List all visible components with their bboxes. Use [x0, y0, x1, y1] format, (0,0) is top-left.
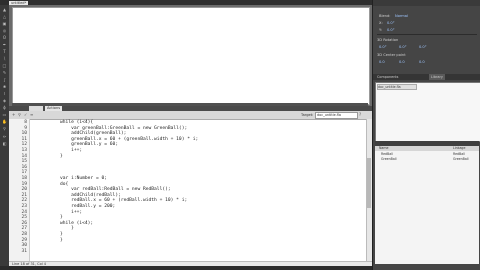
- library-tab[interactable]: Library: [429, 74, 445, 80]
- line-number: 29: [21, 237, 27, 243]
- line-number-gutter: 8 9 10 11 12 13 14 15 16 17 18 19 20 21 22 23 24 25 26 27 28…: [9, 119, 30, 261]
- center-y-value[interactable]: 0.0: [399, 60, 405, 64]
- line-number: 27: [21, 226, 27, 232]
- code-line[interactable]: var i:Number = 0;: [60, 176, 107, 181]
- add-statement-icon[interactable]: +: [12, 113, 16, 117]
- 3d-rotation-heading: 3D Rotation: [377, 38, 399, 42]
- brush-tool-icon[interactable]: ∫: [2, 78, 7, 82]
- find-icon[interactable]: ⚲: [18, 113, 22, 117]
- code-line[interactable]: redBall.x = 60 + (redBall.width + 10) * …: [60, 198, 187, 203]
- 3d-center-heading: 3D Center point: [377, 53, 406, 57]
- code-line[interactable]: greenBall.y = 60;: [60, 142, 118, 147]
- rotation-x-value[interactable]: 0.0°: [379, 45, 387, 49]
- eyedropper-tool-icon[interactable]: ϕ: [2, 106, 7, 110]
- x-label: X:: [379, 21, 383, 25]
- line-number: 25: [21, 215, 27, 221]
- line-number: 8: [24, 120, 27, 125]
- text-tool-icon[interactable]: T: [2, 50, 7, 54]
- code-line[interactable]: }: [60, 238, 63, 243]
- code-line[interactable]: do{: [60, 182, 68, 187]
- bone-tool-icon[interactable]: ⌇: [2, 92, 7, 96]
- line-number: 17: [21, 170, 27, 176]
- code-line[interactable]: }: [60, 154, 63, 159]
- y-label: Y:: [379, 28, 382, 32]
- line-number: 30: [21, 243, 27, 249]
- line-number: 19: [21, 181, 27, 187]
- line-number: 23: [21, 204, 27, 209]
- eraser-tool-icon[interactable]: ▭: [2, 113, 7, 117]
- line-number: 14: [21, 153, 27, 159]
- zoom-tool-icon[interactable]: ⚲: [2, 127, 7, 131]
- check-syntax-icon[interactable]: ✓: [24, 113, 28, 117]
- code-line[interactable]: addChild(greenBall);: [60, 131, 126, 136]
- right-panel: Blend: Normal X: 0.0° Y: 0.0° 3D Rotatio…: [372, 0, 480, 270]
- code-line[interactable]: }: [60, 226, 74, 231]
- center-z-value[interactable]: 0.0: [419, 60, 425, 64]
- code-line[interactable]: }: [60, 215, 63, 220]
- blend-label: Blend:: [379, 14, 391, 18]
- 3d-rotation-tool-icon[interactable]: ◎: [2, 29, 7, 33]
- library-item[interactable]: GreenBall GreenBall: [375, 157, 479, 162]
- line-number: 13: [21, 148, 27, 153]
- code-line[interactable]: while (i<4){: [60, 120, 93, 125]
- line-tool-icon[interactable]: \: [2, 57, 7, 61]
- rotation-z-value[interactable]: 0.0°: [419, 45, 427, 49]
- code-line[interactable]: var redBall:RedBall = new RedBall();: [60, 187, 171, 192]
- blend-value[interactable]: Normal: [395, 14, 408, 18]
- deco-tool-icon[interactable]: ❀: [2, 85, 7, 89]
- code-line[interactable]: var greenBall:GreenBall = new GreenBall(…: [60, 126, 187, 131]
- target-label: Target:: [301, 113, 314, 117]
- line-number: 10: [21, 131, 27, 137]
- properties-header: [373, 0, 480, 6]
- library-item-linkage: GreenBall: [453, 157, 469, 161]
- selection-tool-icon[interactable]: ▲: [2, 8, 7, 12]
- code-line[interactable]: i++;: [60, 210, 82, 215]
- rotation-y-value[interactable]: 0.0°: [399, 45, 407, 49]
- library-list: RedBall RedBall GreenBall GreenBall: [375, 151, 479, 264]
- line-number: 15: [21, 159, 27, 165]
- library-document-select[interactable]: doc_untitle.fla: [377, 84, 417, 90]
- x-value[interactable]: 0.0°: [387, 21, 395, 25]
- stage[interactable]: [12, 7, 370, 105]
- line-number: 20: [21, 187, 27, 193]
- code-line[interactable]: i++;: [60, 148, 82, 153]
- line-number: 9: [24, 125, 27, 131]
- rectangle-tool-icon[interactable]: □: [2, 64, 7, 68]
- pencil-tool-icon[interactable]: ✎: [2, 71, 7, 75]
- pen-tool-icon[interactable]: ✒: [2, 43, 7, 47]
- paint-bucket-tool-icon[interactable]: ◈: [2, 99, 7, 103]
- code-line[interactable]: }: [60, 232, 63, 237]
- library-item-name: GreenBall: [381, 157, 397, 161]
- y-value[interactable]: 0.0°: [387, 28, 395, 32]
- free-transform-tool-icon[interactable]: ▣: [2, 22, 7, 26]
- line-number: 28: [21, 232, 27, 237]
- lasso-tool-icon[interactable]: ʘ: [2, 36, 7, 40]
- line-number: 18: [21, 176, 27, 181]
- target-select[interactable]: doc_untitle.fla: [315, 112, 358, 119]
- help-icon[interactable]: ?: [359, 113, 361, 117]
- line-number: 31: [21, 248, 27, 254]
- subselection-tool-icon[interactable]: △: [2, 15, 7, 19]
- script-editor[interactable]: while (i<4){ var greenBall:GreenBall = n…: [30, 119, 366, 261]
- fill-color-icon[interactable]: ◧: [2, 142, 7, 146]
- format-code-icon[interactable]: ≡: [30, 113, 34, 117]
- components-tab[interactable]: Components: [377, 74, 398, 80]
- divider: [377, 34, 477, 35]
- code-line[interactable]: redBall.y = 200;: [60, 204, 115, 209]
- center-x-value[interactable]: 0.0: [379, 60, 385, 64]
- library-tab-bar: Components Library: [373, 74, 480, 80]
- line-number: 22: [21, 198, 27, 204]
- hand-tool-icon[interactable]: ✋: [2, 120, 7, 124]
- stroke-color-icon[interactable]: ✏: [2, 135, 7, 139]
- script-scrollbar-thumb[interactable]: [367, 158, 371, 208]
- line-number: 12: [21, 142, 27, 148]
- line-number: 24: [21, 209, 27, 215]
- library-preview: doc_untitle.fla: [375, 82, 480, 142]
